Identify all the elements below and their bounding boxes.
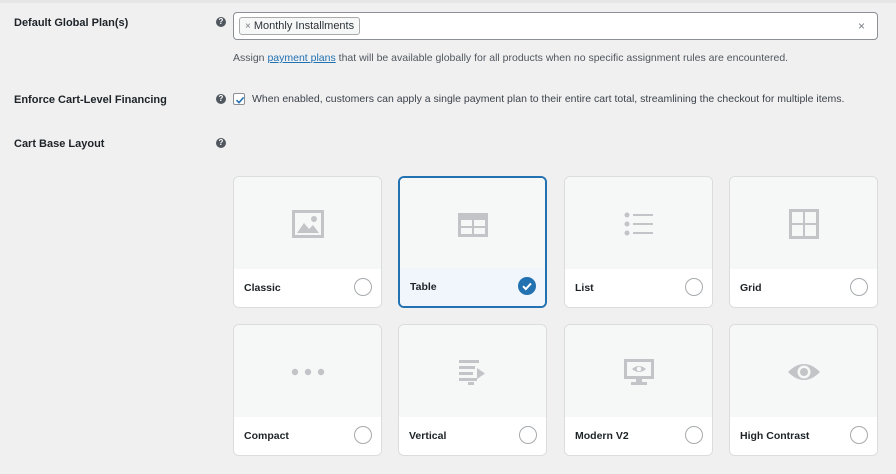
layout-radio[interactable] — [354, 278, 372, 296]
cart-layout-help-icon[interactable]: ? — [216, 138, 226, 148]
layout-card-compact[interactable]: Compact — [233, 324, 382, 456]
cart-layout-label: Cart Base Layout — [14, 138, 105, 150]
eye-icon — [787, 364, 820, 380]
layout-radio[interactable] — [850, 278, 868, 296]
global-plans-select[interactable]: × Monthly Installments × — [233, 12, 878, 40]
layout-card-grid[interactable]: Grid — [729, 176, 878, 308]
cart-financing-help-icon[interactable]: ? — [216, 94, 226, 104]
layout-footer: Classic — [234, 269, 381, 307]
layout-preview — [565, 177, 712, 270]
layout-card-high-contrast[interactable]: High Contrast — [729, 324, 878, 456]
layout-preview — [730, 325, 877, 418]
layout-footer: Compact — [234, 417, 381, 455]
image-icon — [291, 210, 324, 238]
layout-preview — [399, 325, 546, 418]
layout-footer: Modern V2 — [565, 417, 712, 455]
layout-name: List — [575, 282, 594, 294]
selected-plan-token: × Monthly Installments — [239, 17, 361, 35]
payment-plans-link[interactable]: payment plans — [267, 52, 335, 64]
layout-footer: Grid — [730, 269, 877, 307]
token-remove-icon[interactable]: × — [245, 21, 251, 32]
layout-footer: High Contrast — [730, 417, 877, 455]
layout-preview — [400, 178, 545, 271]
layout-radio[interactable] — [685, 278, 703, 296]
layout-preview — [565, 325, 712, 418]
desc-text-before: Assign — [233, 52, 268, 64]
layout-card-vertical[interactable]: Vertical — [398, 324, 547, 456]
table-icon — [457, 213, 488, 237]
layout-card-table[interactable]: Table — [398, 176, 547, 308]
global-plans-description: Assign payment plans that will be availa… — [233, 52, 788, 64]
global-plans-help-icon[interactable]: ? — [216, 17, 226, 27]
monitor-icon — [623, 359, 654, 385]
layout-radio[interactable] — [519, 426, 537, 444]
layout-radio[interactable] — [685, 426, 703, 444]
layout-radio[interactable] — [850, 426, 868, 444]
layout-footer: Vertical — [399, 417, 546, 455]
list-icon — [624, 212, 653, 236]
checkmark-icon — [235, 96, 245, 104]
layout-card-list[interactable]: List — [564, 176, 713, 308]
layout-preview — [234, 177, 381, 270]
cart-financing-description: When enabled, customers can apply a sing… — [252, 93, 845, 105]
layout-footer: Table — [400, 268, 545, 306]
layout-name: High Contrast — [740, 430, 810, 442]
layout-name: Classic — [244, 282, 281, 294]
layout-name: Compact — [244, 430, 289, 442]
layout-name: Vertical — [409, 430, 447, 442]
layout-name: Table — [410, 281, 437, 293]
layout-preview — [730, 177, 877, 270]
layout-radio-selected[interactable] — [518, 277, 536, 295]
ellipsis-icon — [291, 368, 324, 376]
global-plans-label: Default Global Plan(s) — [14, 17, 129, 29]
align-right-arrow-icon — [458, 360, 485, 385]
token-label: Monthly Installments — [253, 20, 355, 32]
cart-financing-checkbox[interactable] — [233, 93, 245, 105]
desc-text-after: that will be available globally for all … — [335, 52, 789, 64]
layout-radio[interactable] — [354, 426, 372, 444]
layout-preview — [234, 325, 381, 418]
layout-name: Grid — [740, 282, 762, 294]
layout-footer: List — [565, 269, 712, 307]
grid-icon — [788, 209, 819, 239]
layout-card-modern-v2[interactable]: Modern V2 — [564, 324, 713, 456]
layout-name: Modern V2 — [575, 430, 629, 442]
checkmark-icon — [522, 282, 532, 291]
top-border — [0, 0, 896, 3]
clear-selection-icon[interactable]: × — [858, 19, 865, 33]
layout-card-classic[interactable]: Classic — [233, 176, 382, 308]
cart-financing-label: Enforce Cart-Level Financing — [14, 94, 167, 106]
